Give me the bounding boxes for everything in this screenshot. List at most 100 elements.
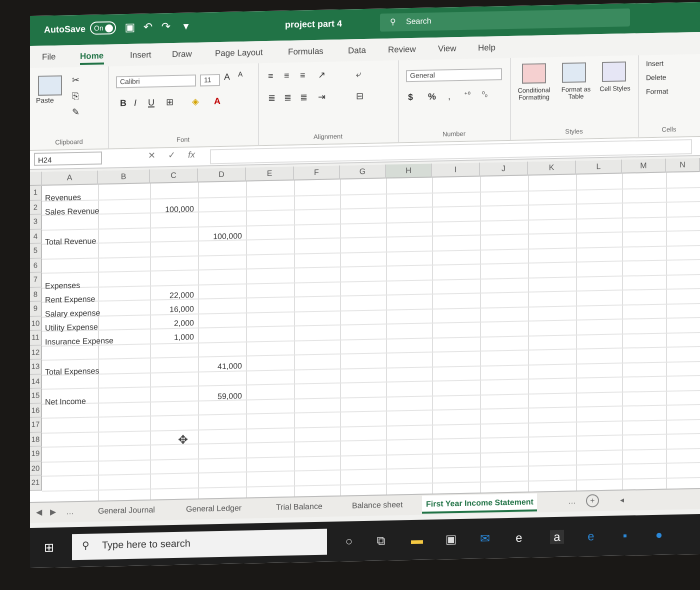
align-center-icon[interactable]: ≣ [284,93,292,104]
conditional-formatting-icon[interactable] [522,63,546,84]
align-bottom-icon[interactable]: ≡ [300,70,305,80]
cancel-icon[interactable]: ✕ [148,150,156,161]
redo-icon[interactable]: ↷ [160,21,172,33]
borders-icon[interactable]: ⊞ [166,97,174,108]
more-tabs-icon[interactable]: … [568,497,576,506]
file-explorer-icon[interactable]: ▬ [410,533,424,547]
col-header-l[interactable]: L [576,159,622,175]
store-icon[interactable]: ▣ [444,532,458,546]
cell-c11[interactable]: 1,000 [150,333,194,343]
align-right-icon[interactable]: ≣ [300,92,308,103]
save-icon[interactable]: ▣ [124,22,136,34]
cell-c8[interactable]: 22,000 [150,291,194,301]
col-header-j[interactable]: J [480,161,528,177]
sheet-tab-first-year-income-statement[interactable]: First Year Income Statement [422,493,538,514]
indent-icon[interactable]: ⇥ [318,92,326,103]
cell-a13[interactable]: Total Expenses [45,367,99,377]
cell-a15[interactable]: Net Income [45,397,86,407]
font-size-select[interactable]: 11 [200,74,220,87]
amazon-icon[interactable]: a [550,529,564,545]
undo-icon[interactable]: ↶ [142,21,154,33]
italic-button[interactable]: I [134,98,137,108]
row-header-9[interactable]: 9 [30,301,42,317]
cell-c10[interactable]: 2,000 [150,319,194,329]
copy-icon[interactable]: ⎘ [72,91,79,102]
tab-review[interactable]: Review [388,44,416,55]
currency-button[interactable]: $ [408,92,413,102]
windows-start-icon[interactable]: ⊞ [42,540,56,554]
row-header-11[interactable]: 11 [30,330,42,346]
format-as-table-icon[interactable] [562,62,586,83]
add-sheet-icon[interactable]: + [586,494,599,508]
col-header-h[interactable]: H [386,163,432,179]
cell-a1[interactable]: Revenues [45,193,81,203]
cell-styles-icon[interactable] [602,61,626,83]
more-sheets-icon[interactable]: … [66,507,74,516]
col-header-a[interactable]: A [42,170,98,186]
col-header-k[interactable]: K [528,160,576,176]
format-as-table-button[interactable]: Format as Table [556,86,596,101]
paste-icon[interactable] [38,75,62,96]
row-header-3[interactable]: 3 [30,214,42,230]
cut-icon[interactable]: ✂ [72,75,80,86]
row-header-8[interactable]: 8 [30,287,42,302]
align-top-icon[interactable]: ≡ [268,71,273,81]
increase-font-icon[interactable]: A [224,72,230,82]
row-header-19[interactable]: 19 [30,446,42,462]
increase-decimal-icon[interactable]: ⁺⁰ [464,91,471,99]
insert-function-icon[interactable]: fx [188,150,195,160]
delete-button[interactable]: Delete [646,75,666,82]
align-middle-icon[interactable]: ≡ [284,71,289,81]
format-painter-icon[interactable]: ✎ [72,107,80,118]
col-header-g[interactable]: G [340,164,386,180]
cell-a2[interactable]: Sales Revenue [45,207,99,217]
sheet-tab-general-ledger[interactable]: General Ledger [186,504,242,514]
tab-draw[interactable]: Draw [172,49,192,59]
row-header-7[interactable]: 7 [30,272,42,288]
align-left-icon[interactable]: ≣ [268,93,276,104]
bold-button[interactable]: B [120,98,127,108]
select-all-corner[interactable] [30,171,42,186]
photos-icon[interactable]: ▪ [618,528,632,542]
sheet-tab-balance-sheet[interactable]: Balance sheet [352,500,403,510]
cell-a7[interactable]: Expenses [45,281,80,291]
name-box[interactable]: H24 [34,151,102,166]
number-format-select[interactable]: General [406,68,502,83]
percent-button[interactable]: % [428,91,436,101]
row-header-18[interactable]: 18 [30,432,42,447]
tab-formulas[interactable]: Formulas [288,46,323,57]
edge-icon[interactable]: e [584,529,598,543]
tab-home[interactable]: Home [80,50,104,65]
tab-insert[interactable]: Insert [130,49,151,59]
prev-sheet-icon[interactable]: ◀ [36,508,42,517]
conditional-formatting-button[interactable]: Conditional Formatting [512,87,556,102]
comma-style-icon[interactable]: , [448,91,451,101]
sheet-tab-trial-balance[interactable]: Trial Balance [276,502,322,512]
wrap-text-icon[interactable]: ⤶ [356,69,361,80]
cell-a10[interactable]: Utility Expense [45,323,98,333]
merge-center-icon[interactable]: ⊟ [356,91,364,102]
font-name-select[interactable]: Calibri [116,74,196,89]
teams-icon[interactable]: ● [652,528,666,542]
tab-help[interactable]: Help [478,42,495,52]
row-header-17[interactable]: 17 [30,417,42,433]
tab-page-layout[interactable]: Page Layout [215,47,263,58]
cell-d13[interactable]: 41,000 [198,362,242,372]
tab-view[interactable]: View [438,43,456,53]
col-header-c[interactable]: C [150,168,198,184]
cortana-icon[interactable]: ○ [342,534,356,548]
col-header-e[interactable]: E [246,166,294,182]
cell-c9[interactable]: 16,000 [150,305,194,315]
decrease-font-icon[interactable]: A [238,72,243,79]
cell-styles-button[interactable]: Cell Styles [598,85,632,93]
row-header-10[interactable]: 10 [30,316,42,331]
task-view-icon[interactable]: ⧉ [374,534,388,548]
edge-legacy-icon[interactable]: e [512,531,526,545]
orientation-icon[interactable]: ↗ [318,70,326,81]
insert-button[interactable]: Insert [646,61,664,68]
row-header-1[interactable]: 1 [30,185,42,201]
row-header-15[interactable]: 15 [30,388,42,404]
row-header-13[interactable]: 13 [30,359,42,375]
row-header-5[interactable]: 5 [30,243,42,259]
mail-icon[interactable]: ✉ [478,531,492,545]
